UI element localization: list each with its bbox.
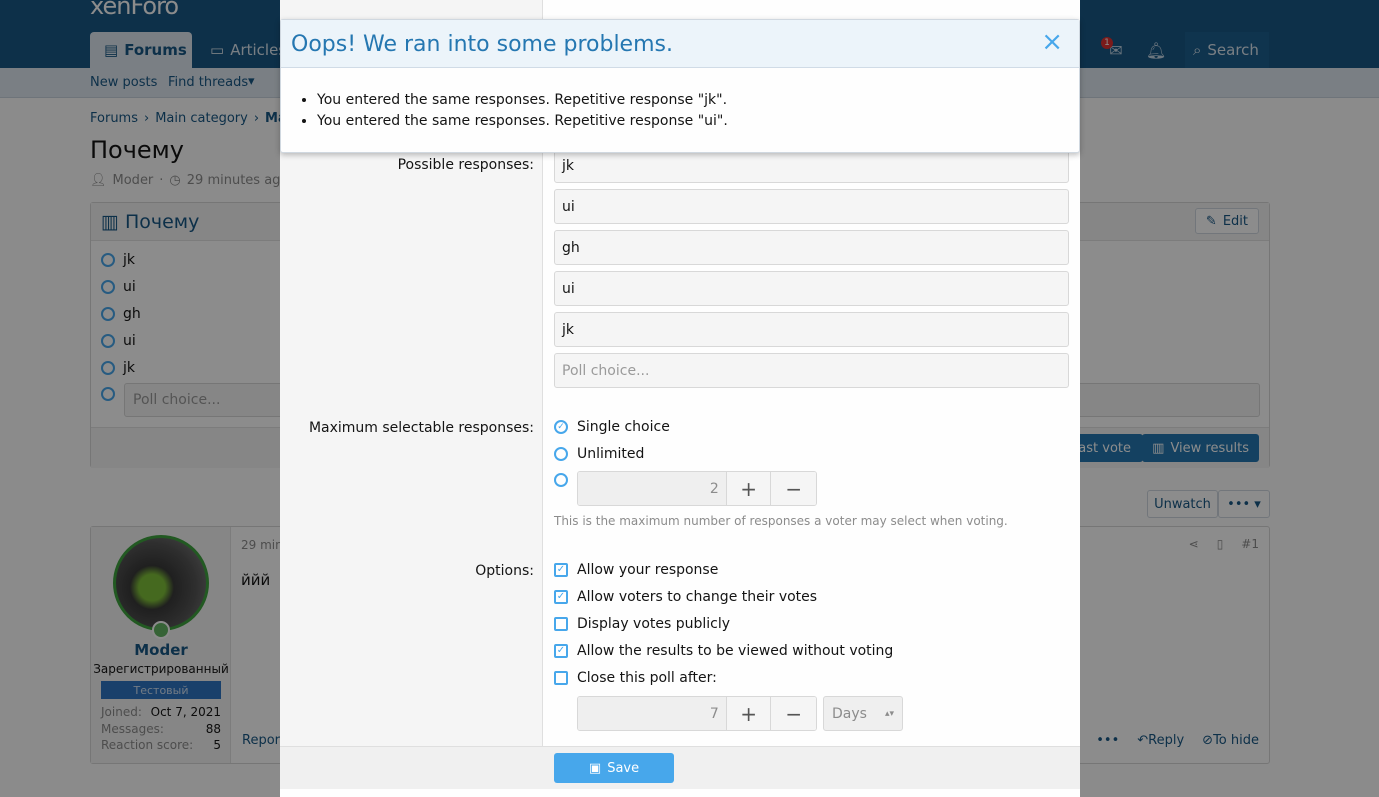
response-input[interactable]: jk <box>554 148 1069 183</box>
checkbox-icon[interactable] <box>554 617 568 631</box>
plus-icon[interactable]: + <box>726 472 772 505</box>
option-close-poll[interactable]: Close this poll after: <box>554 670 717 686</box>
option-label: Allow voters to change their votes <box>577 589 818 605</box>
option-view-results[interactable]: ✓ Allow the results to be viewed without… <box>554 643 893 659</box>
option-display-votes[interactable]: Display votes publicly <box>554 616 730 632</box>
option-allow-response[interactable]: ✓ Allow your response <box>554 562 718 578</box>
single-choice-option[interactable]: ✓ Single choice <box>554 419 670 435</box>
error-dialog-header: Oops! We ran into some problems. × <box>281 20 1079 68</box>
response-input[interactable]: ui <box>554 189 1069 224</box>
option-label: Close this poll after: <box>577 670 717 686</box>
error-title: Oops! We ran into some problems. <box>291 32 673 57</box>
save-button[interactable]: ▣ Save <box>554 753 674 783</box>
option-label: Allow your response <box>577 562 719 578</box>
close-after-unit-select[interactable]: Days ▴▾ <box>823 696 903 731</box>
checkbox-checked-icon[interactable]: ✓ <box>554 590 568 604</box>
close-after-stepper[interactable]: 7 + − <box>577 696 817 731</box>
close-after-value[interactable]: 7 <box>578 697 727 730</box>
radio-icon[interactable] <box>554 473 568 487</box>
save-label: Save <box>607 760 640 776</box>
select-arrows-icon: ▴▾ <box>884 708 894 719</box>
unlimited-label: Unlimited <box>577 446 645 462</box>
option-change-votes[interactable]: ✓ Allow voters to change their votes <box>554 589 817 605</box>
form-footer: ▣ Save <box>280 746 1080 789</box>
response-input[interactable]: jk <box>554 312 1069 347</box>
single-choice-label: Single choice <box>577 419 670 435</box>
error-message: You entered the same responses. Repetiti… <box>317 113 728 134</box>
max-responses-value[interactable]: 2 <box>578 472 727 505</box>
checkbox-checked-icon[interactable]: ✓ <box>554 563 568 577</box>
minus-icon[interactable]: − <box>771 472 816 505</box>
possible-responses-label: Possible responses: <box>397 157 534 173</box>
error-list: You entered the same responses. Repetiti… <box>317 92 728 134</box>
radio-checked-icon[interactable]: ✓ <box>554 420 568 434</box>
radio-icon[interactable] <box>554 447 568 461</box>
error-message: You entered the same responses. Repetiti… <box>317 92 728 113</box>
max-responses-stepper[interactable]: 2 + − <box>577 471 817 506</box>
checkbox-icon[interactable] <box>554 671 568 685</box>
response-input[interactable]: gh <box>554 230 1069 265</box>
custom-max-option[interactable] <box>554 473 568 487</box>
checkbox-checked-icon[interactable]: ✓ <box>554 644 568 658</box>
options-label: Options: <box>475 563 534 579</box>
close-icon[interactable]: × <box>1041 29 1063 55</box>
minus-icon[interactable]: − <box>771 697 816 730</box>
option-label: Allow the results to be viewed without v… <box>577 643 894 659</box>
save-icon: ▣ <box>588 760 602 776</box>
plus-icon[interactable]: + <box>726 697 772 730</box>
unlimited-option[interactable]: Unlimited <box>554 446 644 462</box>
option-label: Display votes publicly <box>577 616 731 632</box>
response-input-empty[interactable]: Poll choice... <box>554 353 1069 388</box>
response-input[interactable]: ui <box>554 271 1069 306</box>
close-after-unit: Days <box>832 705 867 722</box>
max-responses-label: Maximum selectable responses: <box>308 420 534 436</box>
max-responses-hint: This is the maximum number of responses … <box>554 514 1008 528</box>
error-dialog: Oops! We ran into some problems. × You e… <box>280 19 1080 153</box>
